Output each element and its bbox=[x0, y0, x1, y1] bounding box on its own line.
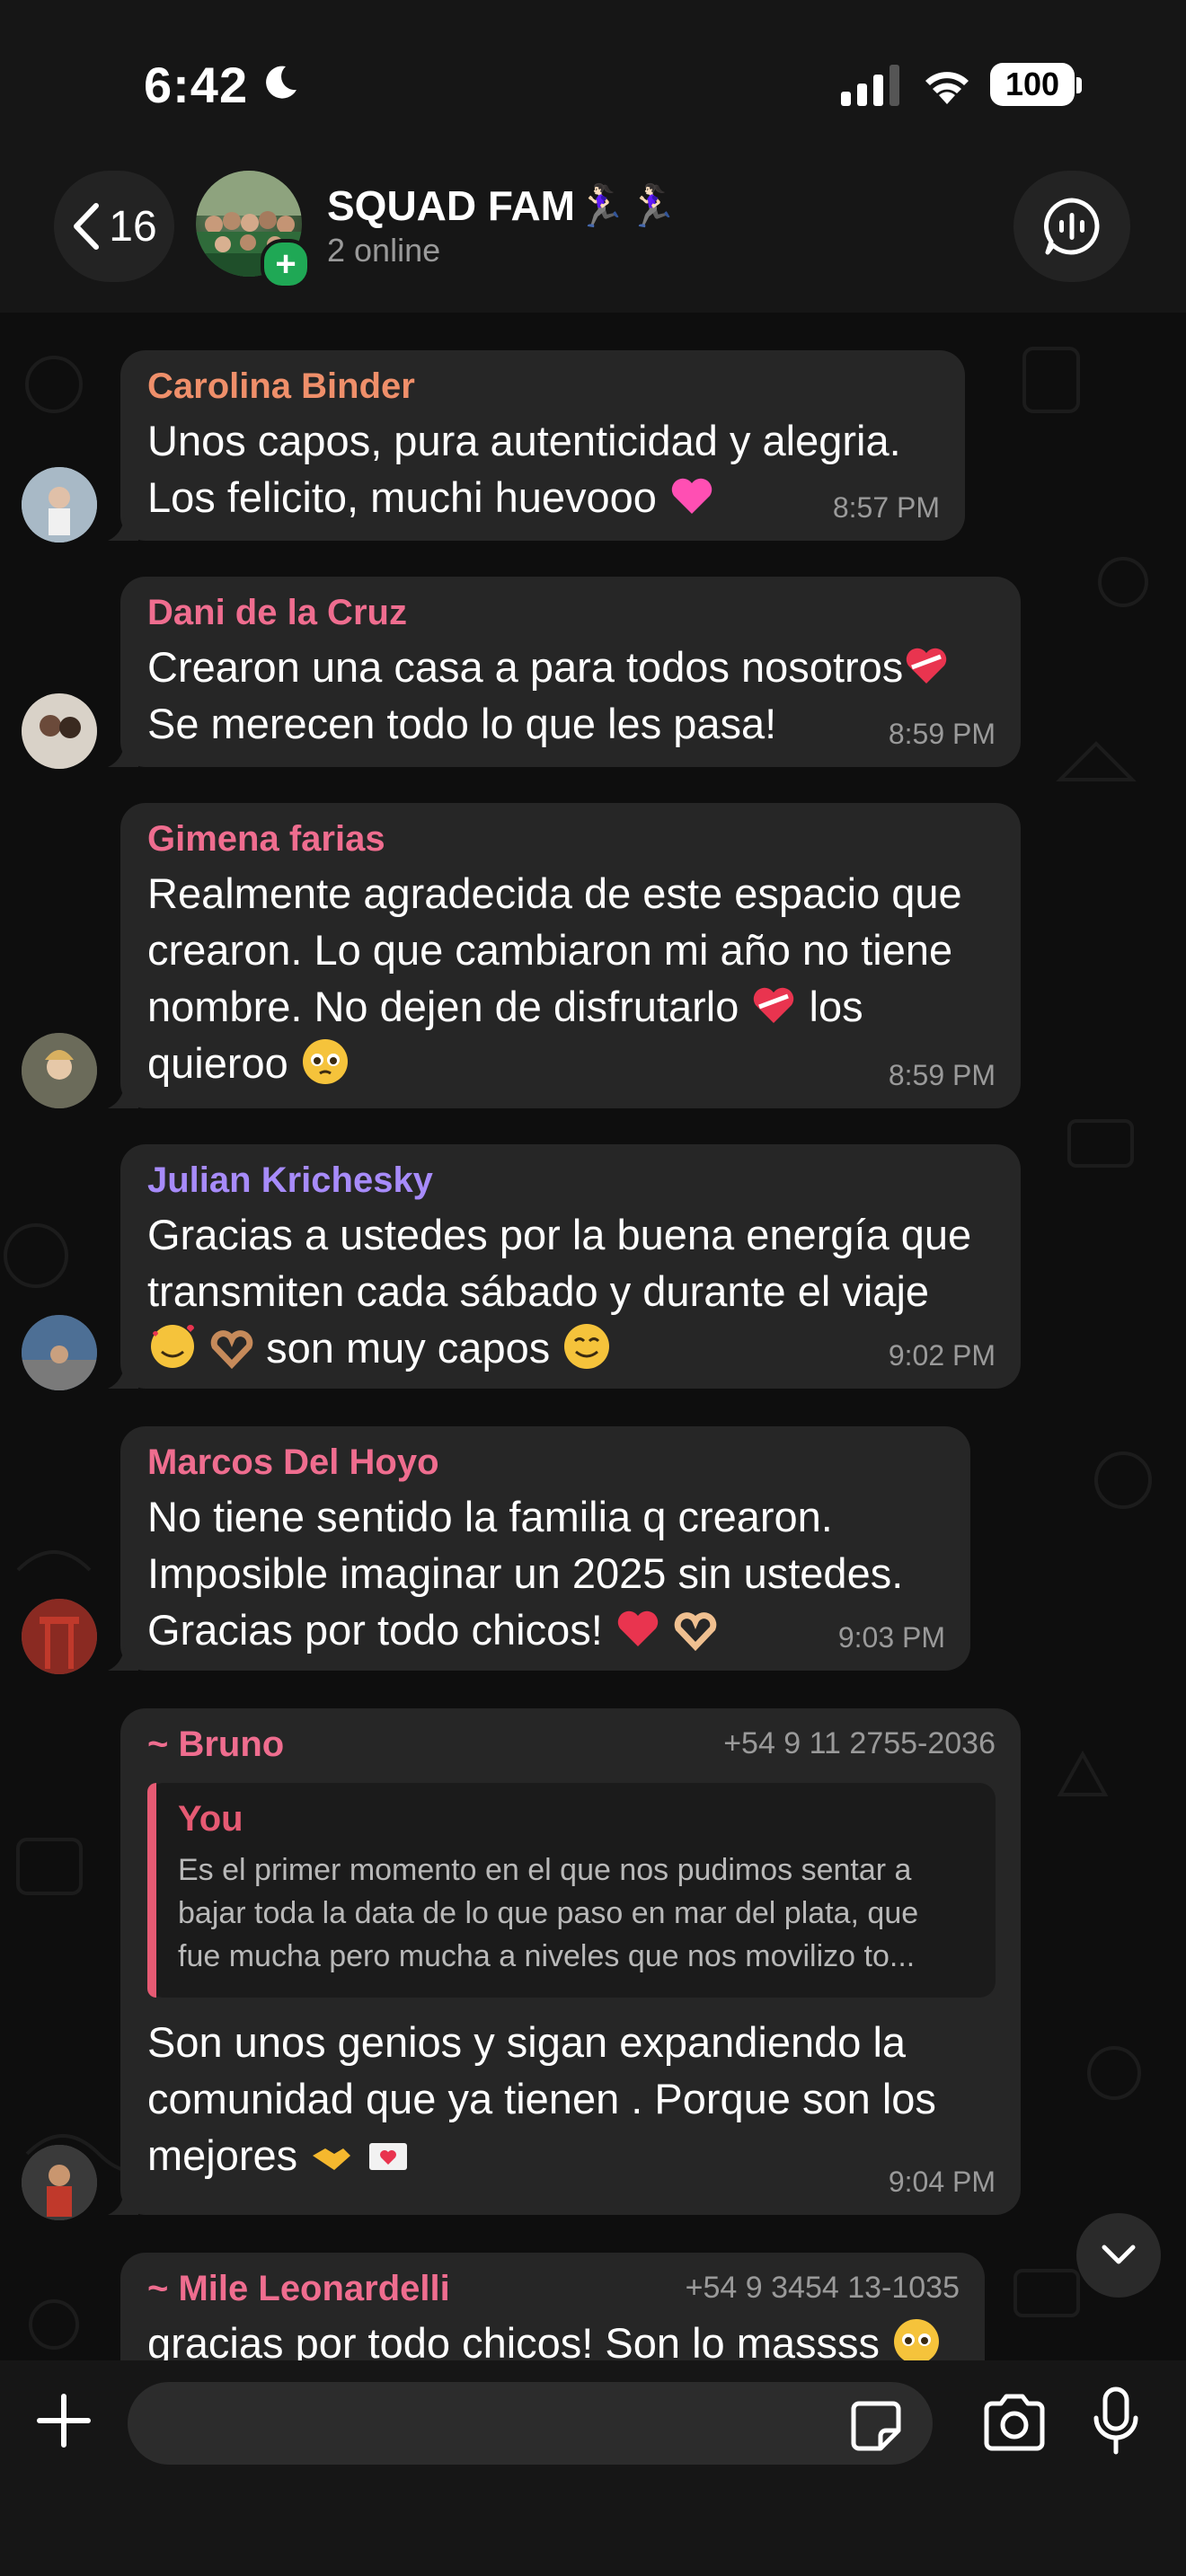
smiling-face-emoji bbox=[564, 1324, 610, 1369]
scroll-to-bottom-button[interactable] bbox=[1076, 2213, 1161, 2298]
message-text: No tiene sentido la familia q crearon. I… bbox=[147, 1493, 904, 1654]
plus-icon[interactable] bbox=[34, 2391, 93, 2450]
message-bubble[interactable]: Marcos Del Hoyo No tiene sentido la fami… bbox=[108, 1426, 970, 1671]
pleading-face-emoji bbox=[302, 1039, 348, 1084]
quoted-text: Es el primer momento en el que nos pudim… bbox=[178, 1853, 919, 1973]
chat-area[interactable]: Carolina Binder Unos capos, pura autenti… bbox=[0, 313, 1186, 2360]
battery-indicator: 100 bbox=[990, 63, 1075, 106]
microphone-icon[interactable] bbox=[1091, 2386, 1141, 2457]
love-letter-emoji bbox=[369, 2143, 408, 2170]
heart-ribbon-emoji bbox=[754, 987, 794, 1023]
message-time: 9:04 PM bbox=[888, 2166, 996, 2198]
message-text: Son unos genios y sigan expandiendo la c… bbox=[147, 2018, 936, 2179]
message-time: 8:59 PM bbox=[888, 718, 996, 750]
message-bubble[interactable]: Dani de la Cruz Crearon una casa a para … bbox=[108, 577, 1021, 767]
status-time: 6:42 bbox=[144, 57, 249, 113]
message-time: 9:03 PM bbox=[837, 1621, 945, 1654]
red-heart-emoji bbox=[617, 1610, 659, 1646]
avatar[interactable] bbox=[22, 1033, 97, 1108]
pink-heart-emoji bbox=[671, 478, 712, 514]
message-time: 8:57 PM bbox=[832, 491, 940, 524]
moon-icon bbox=[266, 66, 296, 99]
avatar[interactable] bbox=[22, 693, 97, 769]
sender-name: Dani de la Cruz bbox=[147, 593, 407, 632]
heart-hands-emoji bbox=[210, 1330, 253, 1370]
message-text: gracias por todo chicos! Son lo massss bbox=[147, 2315, 960, 2360]
message-time: 8:59 PM bbox=[888, 1059, 996, 1091]
message-bubble[interactable]: Carolina Binder Unos capos, pura autenti… bbox=[108, 350, 965, 541]
quoted-message[interactable]: You Es el primer momento en el que nos p… bbox=[147, 1783, 996, 1998]
cellular-signal-icon bbox=[841, 65, 899, 106]
heart-ribbon-emoji bbox=[907, 648, 947, 684]
message-input[interactable] bbox=[128, 2382, 933, 2465]
add-member-badge[interactable]: + bbox=[261, 239, 311, 289]
back-button[interactable]: 16 bbox=[54, 171, 174, 282]
message-text: Crearon una casa a para todos nosotros S… bbox=[147, 639, 996, 752]
avatar[interactable] bbox=[22, 467, 97, 543]
reply-message-bubble[interactable]: ~ Bruno +54 9 11 2755-2036 You Es el pri… bbox=[108, 1708, 1021, 2215]
sticker-icon[interactable] bbox=[850, 2400, 902, 2452]
wifi-icon bbox=[925, 72, 969, 104]
message-input-bar bbox=[0, 2360, 1186, 2576]
quote-bar bbox=[147, 1783, 156, 1998]
avatar[interactable] bbox=[22, 1599, 97, 1674]
handshake-emoji bbox=[313, 2148, 351, 2170]
message-text: Unos capos, pura autenticidad y alegria.… bbox=[147, 417, 901, 521]
pleading-face-emoji bbox=[894, 2319, 940, 2360]
online-status: 2 online bbox=[327, 232, 441, 269]
sender-name: Carolina Binder bbox=[147, 366, 415, 406]
heart-hands-emoji bbox=[674, 1612, 717, 1652]
sender-name: Gimena farias bbox=[147, 819, 385, 859]
voice-chat-icon bbox=[1044, 198, 1100, 255]
message-text: Realmente agradecida de este espacio que… bbox=[147, 869, 962, 1087]
bubble-tail bbox=[108, 510, 138, 541]
quoted-sender: You bbox=[178, 1799, 243, 1839]
group-title[interactable]: SQUAD FAM🏃🏻‍♀️🏃🏻‍♀️ bbox=[327, 181, 678, 231]
camera-icon[interactable] bbox=[981, 2393, 1048, 2452]
status-bar: 6:42 100 bbox=[0, 0, 1186, 171]
sender-name: Marcos Del Hoyo bbox=[147, 1442, 439, 1482]
avatar[interactable] bbox=[22, 1315, 97, 1390]
voice-chat-button[interactable] bbox=[1013, 171, 1130, 282]
sender-phone: +54 9 3454 13-1035 bbox=[685, 2271, 960, 2305]
smiling-face-hearts-emoji bbox=[151, 1325, 194, 1368]
bubble-tail bbox=[108, 2184, 138, 2215]
chevron-left-icon bbox=[74, 203, 100, 250]
battery-tip bbox=[1076, 77, 1082, 93]
chevron-down-icon bbox=[1102, 2245, 1136, 2264]
message-bubble[interactable]: Gimena farias Realmente agradecida de es… bbox=[108, 803, 1021, 1108]
bubble-tail bbox=[108, 737, 138, 767]
sender-name: Julian Krichesky bbox=[147, 1160, 433, 1200]
message-time: 9:02 PM bbox=[888, 1339, 996, 1372]
chat-header: 16 + SQUAD FAM🏃🏻‍♀️🏃🏻‍♀️ 2 online bbox=[0, 171, 1186, 313]
message-bubble[interactable]: Julian Krichesky Gracias a ustedes por l… bbox=[108, 1144, 1021, 1389]
bubble-tail bbox=[108, 1078, 138, 1108]
message-bubble[interactable]: ~ Mile Leonardelli +54 9 3454 13-1035 gr… bbox=[120, 2253, 985, 2360]
bubble-tail bbox=[108, 1358, 138, 1389]
message-text: Gracias a ustedes por la buena energía q… bbox=[147, 1211, 972, 1372]
bubble-tail bbox=[108, 1640, 138, 1671]
unread-count: 16 bbox=[109, 202, 157, 251]
sender-phone: +54 9 11 2755-2036 bbox=[723, 1726, 996, 1760]
avatar[interactable] bbox=[22, 2145, 97, 2220]
